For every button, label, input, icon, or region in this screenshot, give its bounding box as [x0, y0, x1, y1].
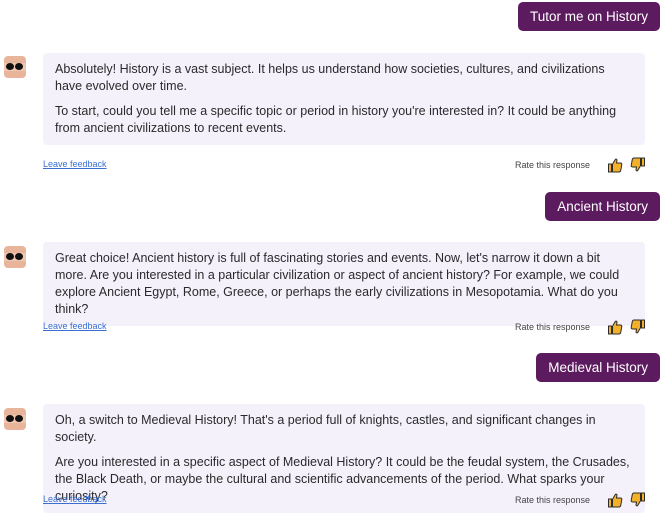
thumbs-down-icon[interactable]	[630, 492, 646, 508]
thumbs-up-icon[interactable]	[607, 319, 623, 335]
thumbs-up-icon[interactable]	[607, 492, 623, 508]
assistant-message-paragraph: Oh, a switch to Medieval History! That's…	[55, 413, 596, 444]
leave-feedback-link[interactable]: Leave feedback	[43, 321, 107, 331]
leave-feedback-link[interactable]: Leave feedback	[43, 494, 107, 504]
rate-label: Rate this response	[514, 160, 590, 170]
rate-label: Rate this response	[514, 322, 590, 332]
thumbs-down-icon[interactable]	[630, 157, 646, 173]
thumbs-down-icon[interactable]	[630, 319, 646, 335]
rate-response-row: Rate this response	[515, 156, 646, 174]
assistant-message-paragraph: Absolutely! History is a vast subject. I…	[55, 62, 605, 93]
assistant-avatar	[4, 246, 26, 268]
assistant-message-bubble: Great choice! Ancient history is full of…	[43, 242, 645, 326]
assistant-avatar	[4, 56, 26, 78]
rate-response-row: Rate this response	[515, 491, 646, 509]
leave-feedback-link[interactable]: Leave feedback	[43, 159, 107, 169]
assistant-message-paragraph: Great choice! Ancient history is full of…	[55, 251, 620, 316]
rate-label: Rate this response	[514, 495, 590, 505]
assistant-message-paragraph: To start, could you tell me a specific t…	[55, 104, 617, 135]
assistant-message-bubble: Absolutely! History is a vast subject. I…	[43, 53, 645, 145]
user-message-bubble: Medieval History	[536, 353, 660, 382]
thumbs-up-icon[interactable]	[607, 157, 623, 173]
user-message-bubble: Tutor me on History	[517, 2, 660, 31]
rate-response-row: Rate this response	[515, 318, 646, 336]
user-message-bubble: Ancient History	[545, 192, 660, 221]
assistant-avatar	[4, 408, 26, 430]
